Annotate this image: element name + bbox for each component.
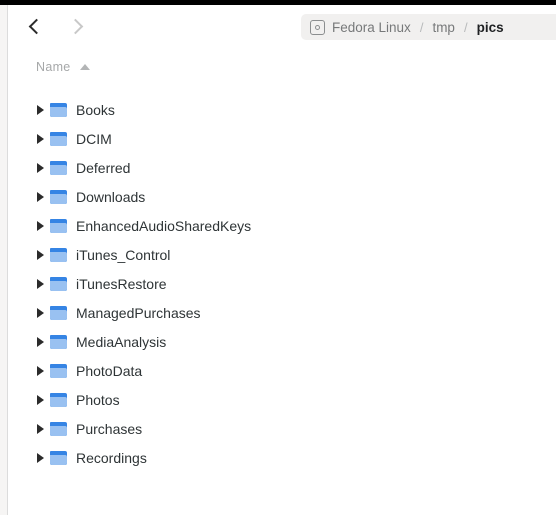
expander-triangle-icon[interactable] (37, 394, 44, 405)
file-name-label: Books (76, 101, 115, 118)
folder-icon (50, 334, 67, 349)
chevron-left-icon (28, 18, 45, 35)
column-header-row: Name (9, 52, 556, 82)
expander-triangle-icon[interactable] (37, 307, 44, 318)
expander-triangle-icon[interactable] (37, 336, 44, 347)
folder-icon (50, 102, 67, 117)
table-row[interactable]: Purchases (9, 414, 556, 443)
expander-triangle-icon[interactable] (37, 162, 44, 173)
breadcrumb-separator: / (419, 19, 424, 35)
expander-triangle-icon[interactable] (37, 278, 44, 289)
table-row[interactable]: iTunesRestore (9, 269, 556, 298)
column-header-name-label: Name (36, 60, 71, 74)
table-row[interactable]: Photos (9, 385, 556, 414)
expander-triangle-icon[interactable] (37, 220, 44, 231)
back-button[interactable] (20, 12, 50, 42)
table-row[interactable]: DCIM (9, 124, 556, 153)
column-header-name[interactable]: Name (36, 60, 90, 74)
breadcrumb-item-root[interactable]: Fedora Linux (332, 20, 411, 35)
folder-icon (50, 421, 67, 436)
folder-icon (50, 276, 67, 291)
folder-icon (50, 363, 67, 378)
file-name-label: Purchases (76, 420, 143, 437)
breadcrumb: Fedora Linux / tmp / pics (301, 14, 556, 40)
expander-triangle-icon[interactable] (37, 423, 44, 434)
table-row[interactable]: ManagedPurchases (9, 298, 556, 327)
table-row[interactable]: Recordings (9, 443, 556, 472)
table-row[interactable]: Books (9, 95, 556, 124)
expander-triangle-icon[interactable] (37, 104, 44, 115)
file-list[interactable]: Books DCIM Deferred Downloads EnhancedAudioS… (9, 95, 556, 510)
file-name-label: DCIM (76, 130, 112, 147)
file-name-label: Photos (76, 391, 120, 408)
chevron-right-icon (67, 18, 84, 35)
file-name-label: Deferred (76, 159, 131, 176)
file-manager-window: Fedora Linux / tmp / pics Name Books DCIM… (0, 0, 556, 515)
file-name-label: PhotoData (76, 362, 143, 379)
table-row[interactable]: MediaAnalysis (9, 327, 556, 356)
table-row[interactable]: PhotoData (9, 356, 556, 385)
table-row[interactable]: iTunes_Control (9, 240, 556, 269)
table-row[interactable]: Downloads (9, 182, 556, 211)
breadcrumb-item-tmp[interactable]: tmp (432, 20, 455, 35)
folder-icon (50, 218, 67, 233)
folder-icon (50, 189, 67, 204)
file-name-label: ManagedPurchases (76, 304, 201, 321)
table-row[interactable]: Deferred (9, 153, 556, 182)
sidebar-rail (0, 5, 8, 515)
expander-triangle-icon[interactable] (37, 249, 44, 260)
folder-icon (50, 131, 67, 146)
expander-triangle-icon[interactable] (37, 191, 44, 202)
file-name-label: MediaAnalysis (76, 333, 167, 350)
folder-icon (50, 247, 67, 262)
sort-ascending-icon (79, 64, 90, 70)
file-name-label: iTunesRestore (76, 275, 167, 292)
forward-button[interactable] (62, 12, 92, 42)
folder-icon (50, 305, 67, 320)
file-name-label: Downloads (76, 188, 146, 205)
breadcrumb-item-current: pics (476, 19, 504, 35)
expander-triangle-icon[interactable] (37, 452, 44, 463)
breadcrumb-separator: / (463, 19, 468, 35)
table-row[interactable]: EnhancedAudioSharedKeys (9, 211, 556, 240)
file-name-label: Recordings (76, 449, 147, 466)
folder-icon (50, 450, 67, 465)
expander-triangle-icon[interactable] (37, 133, 44, 144)
drive-icon (310, 19, 325, 35)
expander-triangle-icon[interactable] (37, 365, 44, 376)
navigation-buttons (20, 12, 92, 42)
file-name-label: EnhancedAudioSharedKeys (76, 217, 252, 234)
file-name-label: iTunes_Control (76, 246, 171, 263)
folder-icon (50, 160, 67, 175)
folder-icon (50, 392, 67, 407)
